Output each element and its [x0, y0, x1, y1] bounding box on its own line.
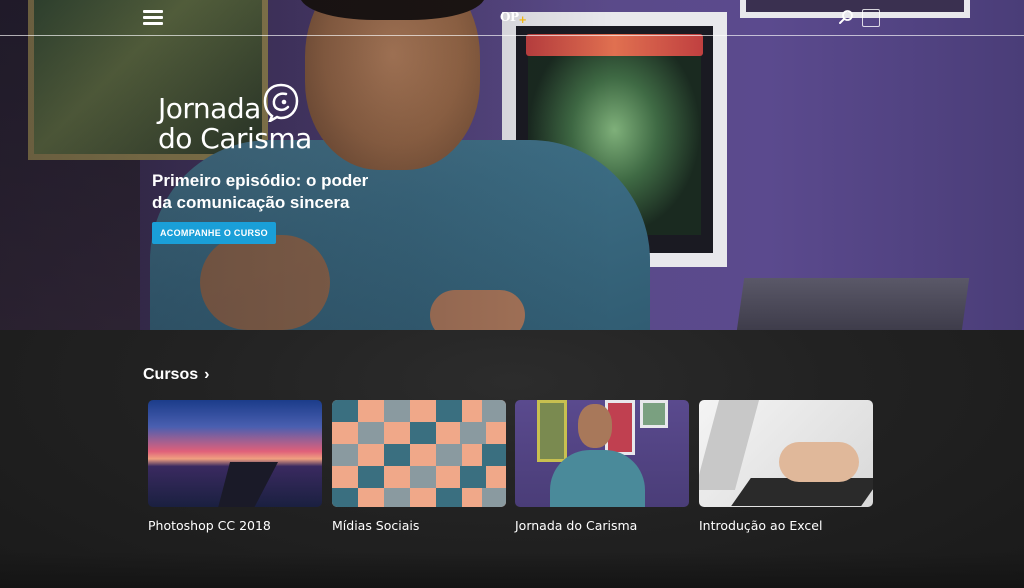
- pier-shape: [218, 462, 278, 507]
- course-thumbnail[interactable]: [515, 400, 689, 507]
- user-account-icon[interactable]: [862, 9, 880, 27]
- course-thumbnail[interactable]: [332, 400, 506, 507]
- brand-line2: do Carisma: [158, 122, 312, 155]
- course-card-photoshop[interactable]: Photoshop CC 2018: [148, 400, 322, 533]
- brand-line1: Jornada: [158, 92, 261, 125]
- courses-section: Cursos › Photoshop CC 2018 Mídias Sociai…: [0, 330, 1024, 588]
- search-icon[interactable]: [838, 9, 854, 25]
- follow-course-button[interactable]: ACOMPANHE O CURSO: [152, 222, 276, 244]
- course-card-midias-sociais[interactable]: Mídias Sociais: [332, 400, 506, 533]
- speech-bubble-icon: [263, 83, 299, 122]
- chevron-right-icon: ›: [204, 366, 210, 383]
- courses-title-text: Cursos: [143, 366, 199, 383]
- course-thumbnail[interactable]: [148, 400, 322, 507]
- course-card-excel[interactable]: Introdução ao Excel: [699, 400, 873, 533]
- logo-text: OP: [500, 10, 519, 24]
- hero-headline: Primeiro episódio: o poder da comunicaçã…: [152, 171, 369, 212]
- course-title[interactable]: Mídias Sociais: [332, 518, 506, 533]
- hero-shade: [0, 0, 1024, 330]
- course-brand-logo: Jornada do Carisma: [158, 82, 318, 157]
- course-title[interactable]: Jornada do Carisma: [515, 518, 689, 533]
- course-title[interactable]: Introdução ao Excel: [699, 518, 873, 533]
- hamburger-menu-icon[interactable]: [143, 10, 163, 25]
- top-navigation-bar: OP+: [0, 0, 1024, 36]
- hero-banner[interactable]: OP+ Jornada do Carisma Primeiro episódio…: [0, 0, 1024, 330]
- page: OP+ Jornada do Carisma Primeiro episódio…: [0, 0, 1024, 588]
- logo-plus: +: [518, 15, 527, 26]
- courses-section-title[interactable]: Cursos ›: [143, 366, 209, 384]
- site-logo[interactable]: OP+: [500, 10, 527, 26]
- course-thumbnail[interactable]: [699, 400, 873, 507]
- course-card-jornada-do-carisma[interactable]: Jornada do Carisma: [515, 400, 689, 533]
- background-mountains: [0, 552, 1024, 588]
- course-title[interactable]: Photoshop CC 2018: [148, 518, 322, 533]
